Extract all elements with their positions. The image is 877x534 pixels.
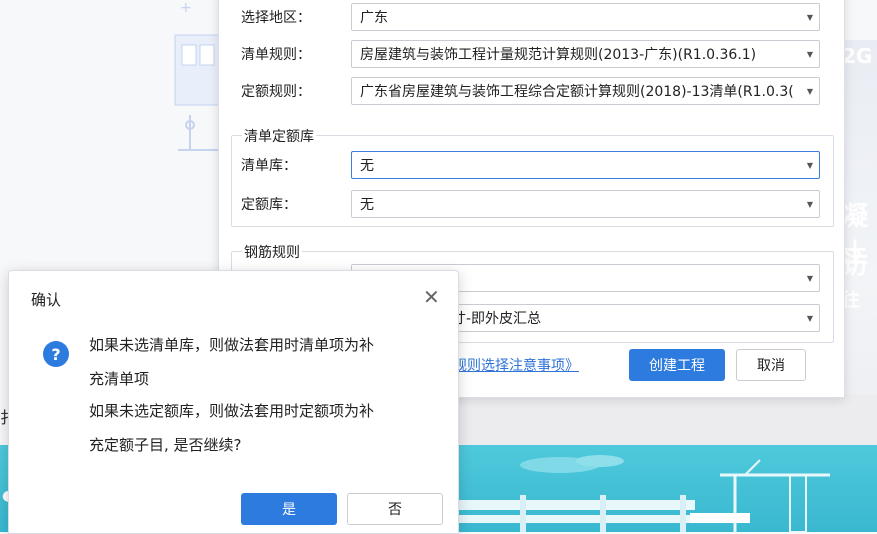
confirm-message-line: 充定额子目, 是否继续? (89, 436, 242, 454)
rule-notes-link[interactable]: 规则选择注意事项》 (453, 355, 579, 375)
dropdown-caret-icon: ▼ (806, 274, 813, 283)
confirm-dialog: 确认 ✕ ? 如果未选清单库，则做法套用时清单项为补 充清单项 如果未选定额库，… (8, 270, 459, 534)
list-library-select[interactable]: 无 ▼ (351, 151, 820, 179)
list-rule-row: 清单规则： 房屋建筑与装饰工程计量规范计算规则(2013-广东)(R1.0.36… (241, 39, 820, 69)
background-band (440, 395, 877, 445)
list-library-label: 清单库： (241, 158, 297, 174)
dropdown-caret-icon: ▼ (806, 87, 813, 96)
dropdown-caret-icon: ▼ (806, 200, 813, 209)
dropdown-caret-icon: ▼ (806, 161, 813, 170)
background-illustration-left: + (150, 0, 221, 160)
list-library-row: 清单库： 无 ▼ (241, 150, 820, 180)
rebar-group-title: 钢筋规则 (242, 242, 302, 262)
quota-rule-value: 广东省房屋建筑与装饰工程综合定额计算规则(2018)-13清单(R1.0.3( (360, 84, 794, 100)
no-button[interactable]: 否 (347, 493, 443, 525)
quota-rule-select[interactable]: 广东省房屋建筑与装饰工程综合定额计算规则(2018)-13清单(R1.0.3( … (351, 77, 820, 105)
region-row: 选择地区： 广东 ▼ (241, 2, 820, 32)
region-select[interactable]: 广东 ▼ (351, 3, 820, 31)
quota-rule-row: 定额规则： 广东省房屋建筑与装饰工程综合定额计算规则(2018)-13清单(R1… (241, 76, 820, 106)
question-icon: ? (43, 341, 69, 367)
background-text: 访 (842, 250, 869, 280)
background-text: 2G (842, 44, 873, 68)
create-project-button[interactable]: 创建工程 (629, 349, 725, 381)
dropdown-caret-icon: ▼ (806, 314, 813, 323)
list-rule-value: 房屋建筑与装饰工程计量规范计算规则(2013-广东)(R1.0.36.1) (360, 47, 757, 63)
region-label: 选择地区： (241, 10, 311, 26)
dropdown-caret-icon: ▼ (806, 50, 813, 59)
svg-text:+: + (180, 0, 192, 16)
close-icon[interactable]: ✕ (423, 285, 440, 309)
confirm-message-line: 如果未选清单库，则做法套用时清单项为补 (89, 336, 375, 354)
quota-library-value: 无 (360, 197, 374, 213)
confirm-message-line: 如果未选定额库，则做法套用时定额项为补 (89, 402, 375, 420)
quota-library-label: 定额库： (241, 197, 297, 213)
region-value: 广东 (360, 10, 388, 26)
quota-library-row: 定额库： 无 ▼ (241, 189, 820, 219)
quota-rule-label: 定额规则： (241, 84, 311, 100)
list-rule-select[interactable]: 房屋建筑与装饰工程计量规范计算规则(2013-广东)(R1.0.36.1) ▼ (351, 40, 820, 68)
list-rule-label: 清单规则： (241, 47, 311, 63)
dropdown-caret-icon: ▼ (806, 13, 813, 22)
library-group-title: 清单定额库 (242, 126, 316, 146)
quota-library-select[interactable]: 无 ▼ (351, 190, 820, 218)
confirm-message-line: 充清单项 (89, 370, 150, 388)
confirm-dialog-title: 确认 (31, 291, 62, 309)
yes-button[interactable]: 是 (241, 493, 337, 525)
cancel-button[interactable]: 取消 (736, 349, 806, 381)
list-library-value: 无 (360, 158, 374, 174)
